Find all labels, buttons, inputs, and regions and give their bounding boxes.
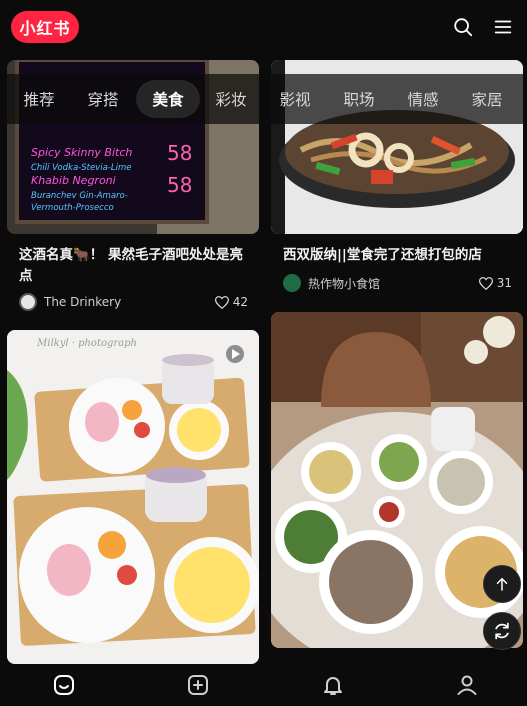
card-meta: The Drinkery 42 (19, 293, 248, 311)
card-image[interactable]: Milkyl · photograph (7, 330, 259, 664)
author-name: The Drinkery (44, 295, 122, 309)
card-title[interactable]: 西双版纳||堂食完了还想打包的店 (283, 245, 515, 266)
bottom-nav (0, 664, 527, 706)
refresh-button[interactable] (483, 612, 521, 650)
tab-recommend[interactable]: 推荐 (13, 80, 65, 118)
heart-icon (478, 276, 493, 290)
top-bar: 小红书 (0, 0, 527, 60)
category-tabs: 推荐 穿搭 美食 彩妆 影视 职场 情感 家居 (0, 74, 527, 124)
card-author[interactable]: The Drinkery (19, 293, 121, 311)
notification-bell-icon[interactable] (321, 673, 345, 697)
feed-card[interactable] (264, 312, 527, 652)
like-button[interactable]: 42 (214, 295, 248, 309)
tab-emotion[interactable]: 情感 (397, 80, 449, 118)
like-count: 31 (496, 276, 512, 290)
tab-makeup[interactable]: 彩妆 (205, 80, 257, 118)
like-button[interactable]: 31 (478, 276, 512, 290)
tab-food[interactable]: 美食 (136, 80, 200, 118)
board-price-1: 58 (167, 141, 192, 165)
board-price-2: 58 (167, 173, 192, 197)
author-name: 热作物小食馆 (308, 276, 381, 291)
home-icon[interactable] (52, 673, 76, 697)
avatar (19, 293, 37, 311)
card-meta: 热作物小食馆 31 (283, 274, 512, 292)
board-line-2: Chili Vodka-Stevia-Lime (31, 163, 131, 173)
avatar (283, 274, 301, 292)
arrow-up-icon (496, 578, 508, 591)
photo-watermark: Milkyl · photograph (36, 338, 137, 349)
feed-card[interactable]: Milkyl · photograph (0, 330, 264, 670)
like-count: 42 (232, 295, 248, 309)
board-line-1: Spicy Skinny Bitch (31, 146, 132, 159)
heart-icon (214, 295, 229, 309)
menu-icon[interactable] (492, 16, 514, 38)
home-cooking-photo (271, 312, 523, 648)
card-image[interactable] (271, 312, 523, 648)
add-post-icon[interactable] (186, 673, 210, 697)
board-line-5: Vermouth-Prosecco (31, 203, 114, 213)
tab-fashion[interactable]: 穿搭 (77, 80, 129, 118)
board-line-3: Khabib Negroni (31, 174, 116, 187)
card-author[interactable]: 热作物小食馆 (283, 274, 380, 292)
tab-film[interactable]: 影视 (269, 80, 321, 118)
app-logo[interactable]: 小红书 (11, 11, 79, 43)
tab-home[interactable]: 家居 (461, 80, 513, 118)
card-title[interactable]: 这酒名真🐂！ 果然毛子酒吧处处是亮点 (19, 245, 251, 287)
profile-icon[interactable] (455, 673, 479, 697)
tab-career[interactable]: 职场 (333, 80, 385, 118)
refresh-icon (495, 622, 509, 640)
scroll-top-button[interactable] (483, 565, 521, 603)
board-line-4: Buranchev Gin-Amaro- (31, 191, 128, 201)
dessert-photo: Milkyl · photograph (7, 330, 259, 664)
search-icon[interactable] (452, 16, 474, 38)
